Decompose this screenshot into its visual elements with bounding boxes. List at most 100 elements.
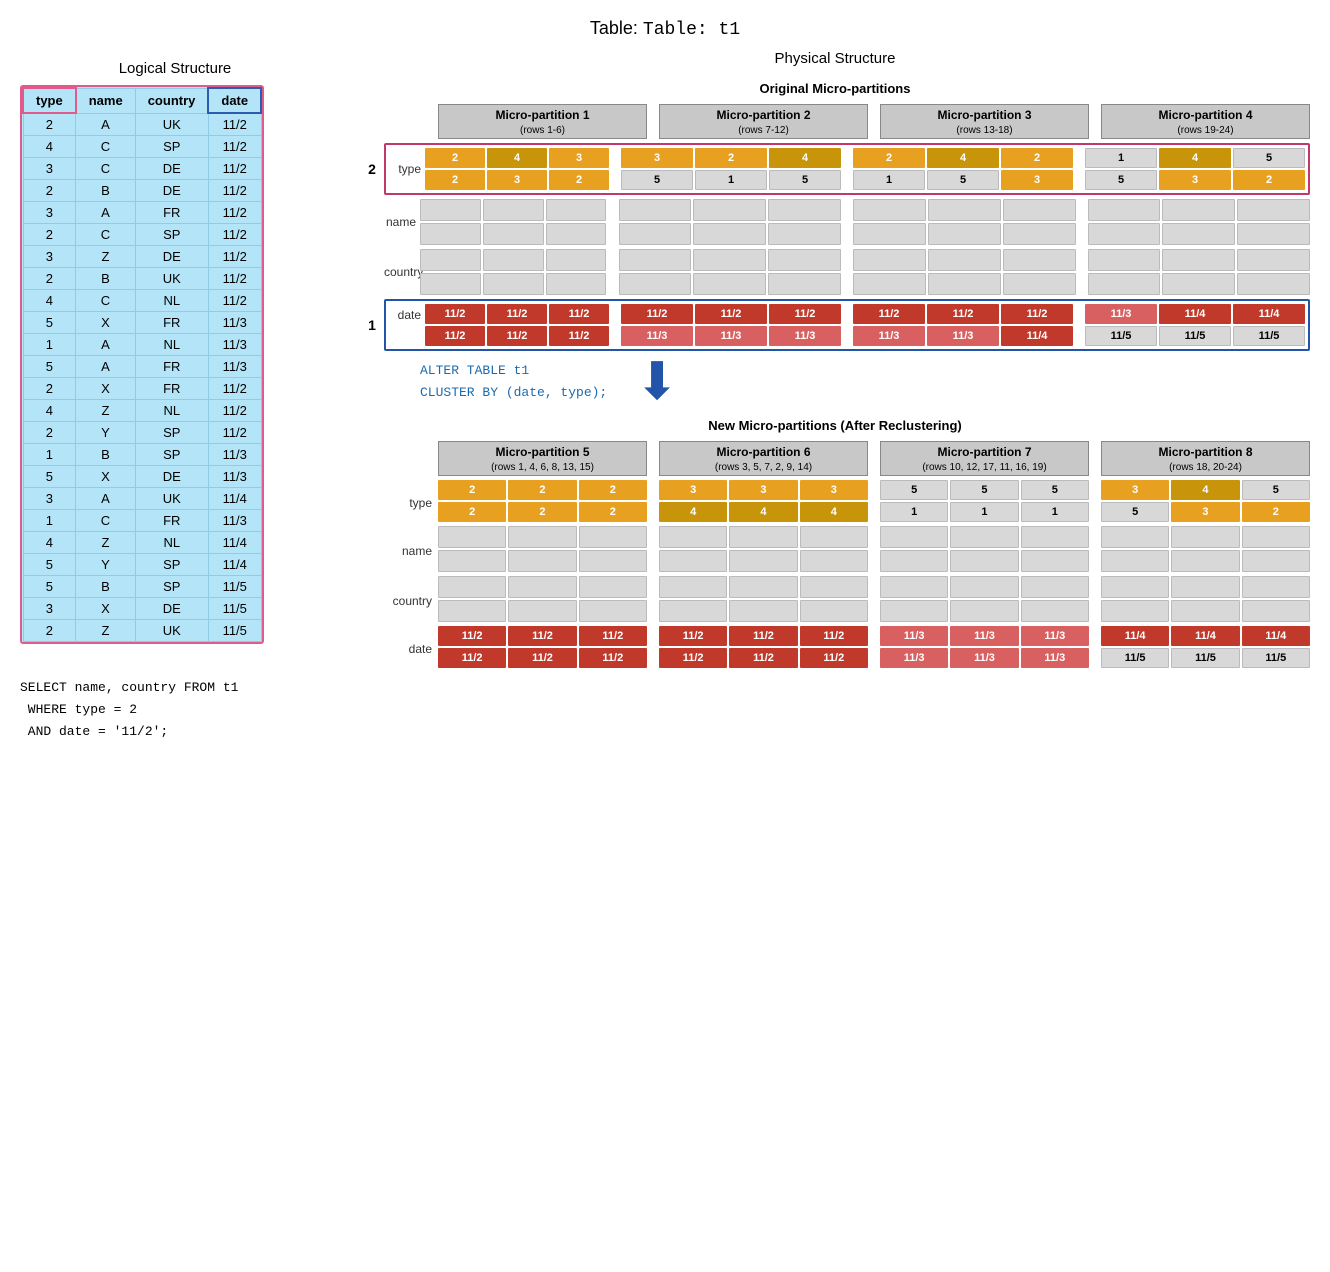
logical-cell: 11/2: [208, 246, 261, 268]
logical-cell: 5: [23, 356, 76, 378]
cell: [1237, 249, 1310, 271]
cell: 11/2: [508, 648, 576, 668]
logical-cell: NL: [135, 400, 208, 422]
cell: [1101, 550, 1169, 572]
cell: 3: [1101, 480, 1169, 500]
logical-cell: B: [76, 180, 135, 202]
logical-cell: 1: [23, 510, 76, 532]
logical-cell: NL: [135, 334, 208, 356]
cell: [928, 223, 1001, 245]
col-header-country: country: [135, 88, 208, 113]
date-border-original: date 11/2 11/2 11/2 11/2 11/2 11/2: [384, 299, 1310, 351]
cell: [768, 223, 841, 245]
cell: 11/2: [425, 326, 485, 346]
logical-cell: 2: [23, 422, 76, 444]
cell: [659, 550, 727, 572]
sql-query: SELECT name, country FROM t1 WHERE type …: [20, 677, 330, 743]
cell: [1021, 576, 1089, 598]
logical-cell: 11/2: [208, 422, 261, 444]
logical-cell: FR: [135, 312, 208, 334]
logical-cell: 4: [23, 400, 76, 422]
cell: 11/4: [1001, 326, 1073, 346]
cell: 1: [1021, 502, 1089, 522]
cell: 4: [1171, 480, 1239, 500]
cell: [579, 600, 647, 622]
cell: [950, 550, 1018, 572]
cell: 11/3: [880, 626, 948, 646]
cell: [483, 249, 544, 271]
logical-cell: Z: [76, 246, 135, 268]
logical-cell: 11/2: [208, 224, 261, 246]
cell: [483, 223, 544, 245]
cell: 1: [950, 502, 1018, 522]
cell: 5: [1233, 148, 1305, 168]
cell: 4: [1159, 148, 1231, 168]
cell: [768, 273, 841, 295]
cell: [1021, 600, 1089, 622]
logical-cell: 11/5: [208, 598, 261, 620]
logical-cell: FR: [135, 378, 208, 400]
cell: 11/3: [769, 326, 841, 346]
logical-cell: 11/3: [208, 356, 261, 378]
cell: [619, 273, 692, 295]
new-name-row-group: name: [360, 526, 1310, 572]
logical-cell: NL: [135, 290, 208, 312]
logical-cell: B: [76, 576, 135, 598]
cell: [1237, 273, 1310, 295]
logical-cell: SP: [135, 422, 208, 444]
cell: 4: [729, 502, 797, 522]
cell: [1242, 576, 1310, 598]
logical-cell: 2: [23, 180, 76, 202]
cell: [1088, 223, 1161, 245]
cell: 11/2: [659, 626, 727, 646]
alter-sql: ALTER TABLE t1 CLUSTER BY (date, type);: [420, 360, 607, 404]
physical-title: Physical Structure: [360, 50, 1310, 67]
logical-cell: SP: [135, 224, 208, 246]
cell: [853, 199, 926, 221]
logical-cell: A: [76, 202, 135, 224]
cell: 11/3: [695, 326, 767, 346]
logical-cell: 1: [23, 444, 76, 466]
cell: 11/3: [1085, 304, 1157, 324]
cell: [1171, 576, 1239, 598]
cell: 1: [1085, 148, 1157, 168]
logical-cell: C: [76, 136, 135, 158]
cell: 5: [1101, 502, 1169, 522]
cell: 2: [438, 480, 506, 500]
cell: 11/2: [659, 648, 727, 668]
logical-cell: UK: [135, 620, 208, 642]
new-country-label: country: [360, 590, 438, 608]
col-header-type: type: [23, 88, 76, 113]
cell: [1242, 600, 1310, 622]
cell: [1242, 550, 1310, 572]
cell: 3: [659, 480, 727, 500]
cell: 5: [769, 170, 841, 190]
cell: [438, 526, 506, 548]
cell: 11/3: [927, 326, 999, 346]
cell: [1162, 249, 1235, 271]
cell: 11/3: [950, 648, 1018, 668]
cell: [800, 576, 868, 598]
logical-cell: FR: [135, 510, 208, 532]
cell: 11/5: [1233, 326, 1305, 346]
cell: [1101, 600, 1169, 622]
cell: [1021, 550, 1089, 572]
logical-cell: NL: [135, 532, 208, 554]
cell: [1101, 576, 1169, 598]
cell: [1162, 199, 1235, 221]
cell: 2: [425, 148, 485, 168]
logical-cell: UK: [135, 113, 208, 136]
cell: [880, 526, 948, 548]
logical-cell: 5: [23, 466, 76, 488]
cell: 11/2: [729, 648, 797, 668]
cell: [546, 223, 607, 245]
partition-headers-original: Micro-partition 1(rows 1-6)Micro-partiti…: [360, 104, 1310, 139]
country-row-group-orig: country: [360, 249, 1310, 295]
cell: [1003, 249, 1076, 271]
logical-cell: SP: [135, 576, 208, 598]
logical-cell: 11/3: [208, 334, 261, 356]
cell: [659, 576, 727, 598]
cell: [729, 600, 797, 622]
new-type-row-group: type 2 2 2 2 2 2: [360, 480, 1310, 522]
cell: 3: [487, 170, 547, 190]
